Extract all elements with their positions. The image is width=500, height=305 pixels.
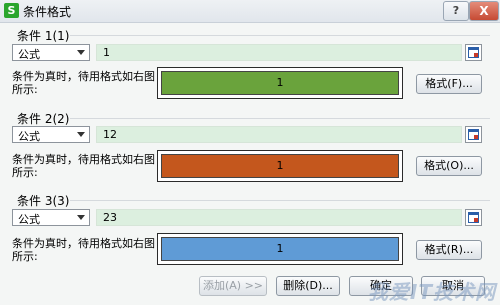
condition-2-format-preview: 1 <box>157 150 403 182</box>
range-select-icon <box>468 212 479 223</box>
window-title: 条件格式 <box>23 5 72 19</box>
condition-2-operator-value: 公式 <box>18 130 40 143</box>
condition-1-operator-select[interactable]: 公式 <box>12 44 90 61</box>
condition-1-label: 条件 1(1) <box>17 29 70 43</box>
close-button[interactable]: X <box>469 1 499 21</box>
condition-2-label: 条件 2(2) <box>17 112 70 126</box>
condition-1-operator-value: 公式 <box>18 48 40 61</box>
condition-1-value: 1 <box>103 46 110 59</box>
condition-3-format-button[interactable]: 格式(R)... <box>416 240 482 260</box>
condition-3-format-preview: 1 <box>157 233 403 265</box>
condition-3-value-input[interactable]: 23 <box>96 209 462 226</box>
app-icon: S <box>4 3 19 18</box>
condition-2-range-select-button[interactable] <box>465 126 482 143</box>
chevron-down-icon <box>77 132 85 137</box>
condition-3-preview-text: 1 <box>161 237 399 261</box>
condition-3-operator-select[interactable]: 公式 <box>12 209 90 226</box>
condition-2-format-button[interactable]: 格式(O)... <box>416 156 482 176</box>
condition-3-range-select-button[interactable] <box>465 209 482 226</box>
condition-3-divider <box>70 200 490 201</box>
delete-button[interactable]: 删除(D)... <box>276 276 340 296</box>
condition-2-divider <box>70 118 490 119</box>
range-select-icon <box>468 129 479 140</box>
condition-1-range-select-button[interactable] <box>465 44 482 61</box>
chevron-down-icon <box>77 215 85 220</box>
range-select-icon <box>468 47 479 58</box>
condition-3-description: 条件为真时，待用格式如右图所示: <box>12 237 155 263</box>
condition-2-value-input[interactable]: 12 <box>96 126 462 143</box>
condition-3-operator-value: 公式 <box>18 213 40 226</box>
condition-2-operator-select[interactable]: 公式 <box>12 126 90 143</box>
title-bar: S 条件格式 ? X <box>0 0 500 23</box>
help-button[interactable]: ? <box>443 1 469 21</box>
condition-1-preview-text: 1 <box>161 71 399 95</box>
condition-1-description: 条件为真时，待用格式如右图所示: <box>12 70 155 96</box>
condition-2-value: 12 <box>103 128 117 141</box>
add-button[interactable]: 添加(A) >> <box>199 276 267 296</box>
condition-2-preview-text: 1 <box>161 154 399 178</box>
condition-1-format-preview: 1 <box>157 67 403 99</box>
watermark: 我爱IT技术网 <box>367 280 496 304</box>
condition-1-format-button[interactable]: 格式(F)... <box>416 74 482 94</box>
condition-1-value-input[interactable]: 1 <box>96 44 462 61</box>
chevron-down-icon <box>77 50 85 55</box>
condition-2-description: 条件为真时，待用格式如右图所示: <box>12 153 155 179</box>
condition-1-divider <box>70 35 490 36</box>
condition-3-value: 23 <box>103 211 117 224</box>
condition-3-label: 条件 3(3) <box>17 194 70 208</box>
